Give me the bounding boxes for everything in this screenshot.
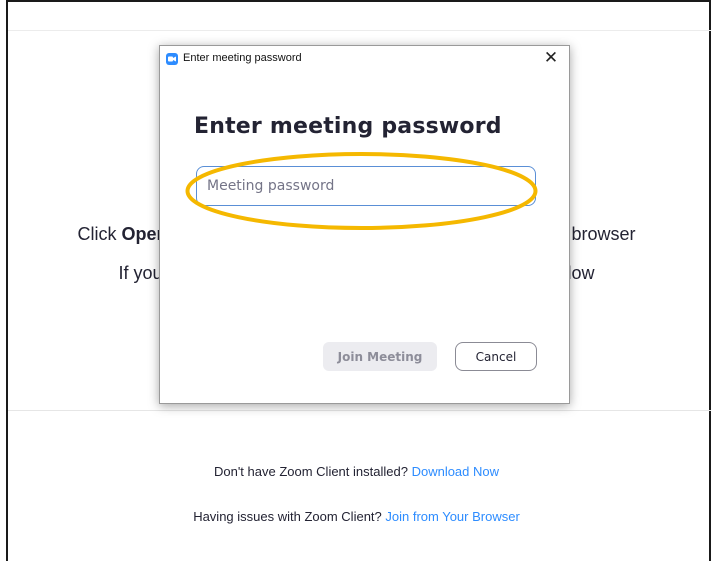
dialog-window-title: Enter meeting password xyxy=(183,52,302,64)
section-divider xyxy=(8,410,711,411)
dialog-titlebar[interactable]: Enter meeting password ✕ xyxy=(160,46,569,72)
zoom-camera-icon xyxy=(166,53,178,65)
cancel-button[interactable]: Cancel xyxy=(455,342,537,371)
join-from-browser-link[interactable]: Join from Your Browser xyxy=(385,509,519,524)
join-meeting-button[interactable]: Join Meeting xyxy=(323,342,437,371)
download-prompt-text: Don't have Zoom Client installed? xyxy=(213,464,408,479)
download-prompt: Don't have Zoom Client installed? Downlo… xyxy=(0,464,713,479)
top-divider xyxy=(8,30,711,31)
launch-instruction-suffix: r browser xyxy=(560,224,636,244)
download-now-link[interactable]: Download Now xyxy=(412,464,499,479)
browser-join-prompt: Having issues with Zoom Client? Join fro… xyxy=(0,509,713,524)
dialog-heading: Enter meeting password xyxy=(194,114,502,139)
browser-join-prompt-text: Having issues with Zoom Client? xyxy=(193,509,382,524)
password-dialog: Enter meeting password ✕ Enter meeting p… xyxy=(159,45,570,404)
fallback-instruction-prefix: If you xyxy=(118,263,163,283)
launch-instruction-prefix: Click xyxy=(77,224,122,244)
close-icon[interactable]: ✕ xyxy=(541,48,561,68)
meeting-password-input[interactable] xyxy=(196,166,536,206)
